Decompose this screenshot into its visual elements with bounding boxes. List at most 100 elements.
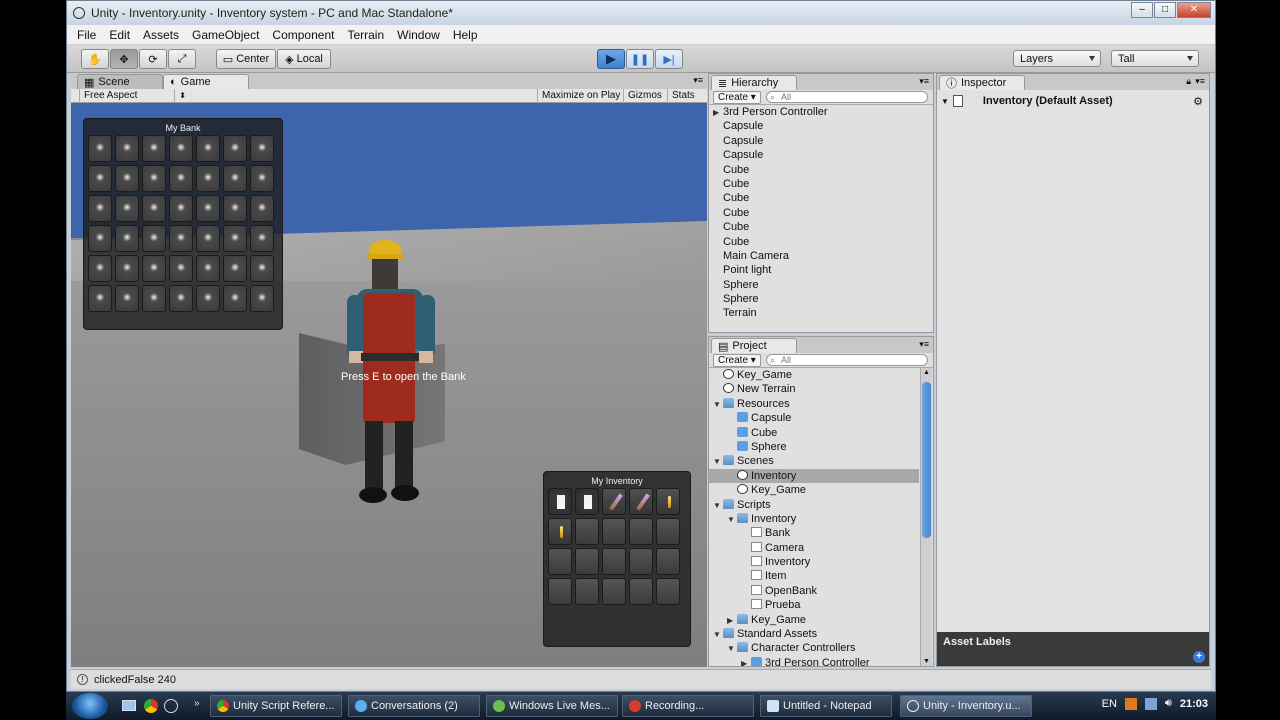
inventory-slot-paper[interactable]	[548, 488, 572, 515]
close-button[interactable]: ✕	[1177, 2, 1211, 18]
bank-slot[interactable]	[115, 165, 139, 192]
volume-icon[interactable]: 🔊︎	[1165, 697, 1172, 710]
maximize-on-play-toggle[interactable]: Maximize on Play	[537, 89, 624, 103]
project-item[interactable]: ▼ Character Controllers	[709, 641, 919, 655]
hierarchy-item[interactable]: Sphere	[709, 292, 933, 306]
hierarchy-search-input[interactable]: ⌕ All	[766, 91, 928, 103]
inventory-slot-empty[interactable]	[602, 548, 626, 575]
hand-tool-button[interactable]: ✋	[81, 49, 109, 69]
bank-slot[interactable]	[142, 225, 166, 252]
bank-slot[interactable]	[115, 285, 139, 312]
inventory-slot-empty[interactable]	[629, 518, 653, 545]
layers-dropdown[interactable]: Layers	[1013, 50, 1101, 67]
bank-slot[interactable]	[223, 135, 247, 162]
inventory-slot-empty[interactable]	[602, 578, 626, 605]
menu-component[interactable]: Component	[272, 28, 334, 42]
stats-toggle[interactable]: Stats	[667, 89, 699, 103]
hierarchy-item[interactable]: Cube	[709, 206, 933, 220]
tab-hierarchy[interactable]: ≣ Hierarchy	[711, 75, 797, 90]
bank-slot[interactable]	[115, 195, 139, 222]
hierarchy-item[interactable]: Capsule	[709, 119, 933, 133]
layout-dropdown[interactable]: Tall	[1111, 50, 1199, 67]
inventory-slot-empty[interactable]	[548, 548, 572, 575]
hierarchy-item[interactable]: Cube	[709, 177, 933, 191]
bank-slot[interactable]	[196, 135, 220, 162]
collapse-arrow-icon[interactable]: ▼	[713, 398, 723, 412]
project-item[interactable]: Capsule	[709, 411, 919, 425]
clock[interactable]: 21:03	[1180, 698, 1208, 710]
inventory-slot-paper[interactable]	[575, 488, 599, 515]
bank-slot[interactable]	[196, 285, 220, 312]
pivot-local-button[interactable]: ◈ Local	[277, 49, 331, 69]
bank-slot[interactable]	[196, 165, 220, 192]
hierarchy-create-button[interactable]: Create ▾	[713, 91, 761, 104]
scroll-down-icon[interactable]: ▼	[923, 658, 930, 665]
bank-slot[interactable]	[169, 285, 193, 312]
menu-edit[interactable]: Edit	[109, 28, 130, 42]
inventory-slot-empty[interactable]	[575, 578, 599, 605]
menu-gameobject[interactable]: GameObject	[192, 28, 259, 42]
menu-assets[interactable]: Assets	[143, 28, 179, 42]
project-item[interactable]: Inventory	[709, 468, 919, 484]
project-create-button[interactable]: Create ▾	[713, 354, 761, 367]
project-scrollbar[interactable]: ▲ ▼	[920, 368, 932, 666]
bank-slot[interactable]	[142, 285, 166, 312]
hierarchy-item[interactable]: Cube	[709, 191, 933, 205]
taskbar-item-unity[interactable]: Unity - Inventory.u...	[900, 695, 1032, 717]
expand-arrow-icon[interactable]: ▼	[941, 97, 949, 106]
collapse-arrow-icon[interactable]: ▼	[713, 455, 723, 469]
project-item[interactable]: Sphere	[709, 440, 919, 454]
bank-slot[interactable]	[88, 195, 112, 222]
menu-help[interactable]: Help	[453, 28, 478, 42]
project-item[interactable]: New Terrain	[709, 382, 919, 396]
taskbar-item-conversations[interactable]: Conversations (2)	[348, 695, 480, 717]
add-label-button[interactable]: +	[1193, 651, 1205, 663]
bank-slot[interactable]	[250, 255, 274, 282]
pause-button[interactable]: ❚❚	[626, 49, 654, 69]
bank-slot[interactable]	[88, 225, 112, 252]
taskbar-item-notepad[interactable]: Untitled - Notepad	[760, 695, 892, 717]
menu-window[interactable]: Window	[397, 28, 440, 42]
bank-slot[interactable]	[223, 165, 247, 192]
bank-slot[interactable]	[250, 135, 274, 162]
inventory-slot-empty[interactable]	[602, 518, 626, 545]
bank-slot[interactable]	[196, 255, 220, 282]
hierarchy-item[interactable]: Main Camera	[709, 249, 933, 263]
expand-arrow-icon[interactable]: ▶	[741, 657, 751, 666]
language-indicator[interactable]: EN	[1102, 698, 1117, 710]
inventory-slot-empty[interactable]	[575, 548, 599, 575]
project-item[interactable]: ▶ 3rd Person Controller	[709, 656, 919, 666]
collapse-arrow-icon[interactable]: ▼	[713, 628, 723, 642]
tray-app-icon[interactable]	[1124, 697, 1137, 710]
project-item[interactable]: Key_Game	[709, 483, 919, 497]
bank-slot[interactable]	[88, 285, 112, 312]
bank-slot[interactable]	[169, 195, 193, 222]
taskbar-item-recording[interactable]: Recording...	[622, 695, 754, 717]
expand-arrow-icon[interactable]: ▶	[727, 614, 737, 628]
scroll-thumb[interactable]	[922, 382, 931, 538]
tab-inspector[interactable]: ⓘ Inspector	[939, 75, 1025, 90]
tab-game[interactable]: ◐ Game	[163, 74, 249, 89]
project-item[interactable]: ▼ Resources	[709, 397, 919, 411]
tab-scene[interactable]: ▦ Scene	[77, 74, 163, 89]
project-item[interactable]: Inventory	[709, 555, 919, 569]
hierarchy-item[interactable]: Cube	[709, 163, 933, 177]
gizmos-toggle[interactable]: Gizmos	[623, 89, 666, 103]
bank-slot[interactable]	[115, 225, 139, 252]
project-item[interactable]: Bank	[709, 526, 919, 540]
bank-slot[interactable]	[169, 165, 193, 192]
hierarchy-item[interactable]: ▶ 3rd Person Controller	[709, 105, 933, 119]
bank-slot[interactable]	[196, 225, 220, 252]
collapse-arrow-icon[interactable]: ▼	[713, 499, 723, 513]
hierarchy-item[interactable]: Capsule	[709, 148, 933, 162]
bank-slot[interactable]	[142, 165, 166, 192]
inventory-slot-empty[interactable]	[575, 518, 599, 545]
bank-slot[interactable]	[223, 255, 247, 282]
scale-tool-button[interactable]: ⤢	[168, 49, 196, 69]
inventory-slot-empty[interactable]	[629, 548, 653, 575]
inventory-slot-empty[interactable]	[656, 578, 680, 605]
bank-slot[interactable]	[169, 225, 193, 252]
expand-arrow-icon[interactable]: ▶	[713, 106, 723, 120]
inventory-slot-empty[interactable]	[656, 518, 680, 545]
step-button[interactable]: ▶|	[655, 49, 683, 69]
